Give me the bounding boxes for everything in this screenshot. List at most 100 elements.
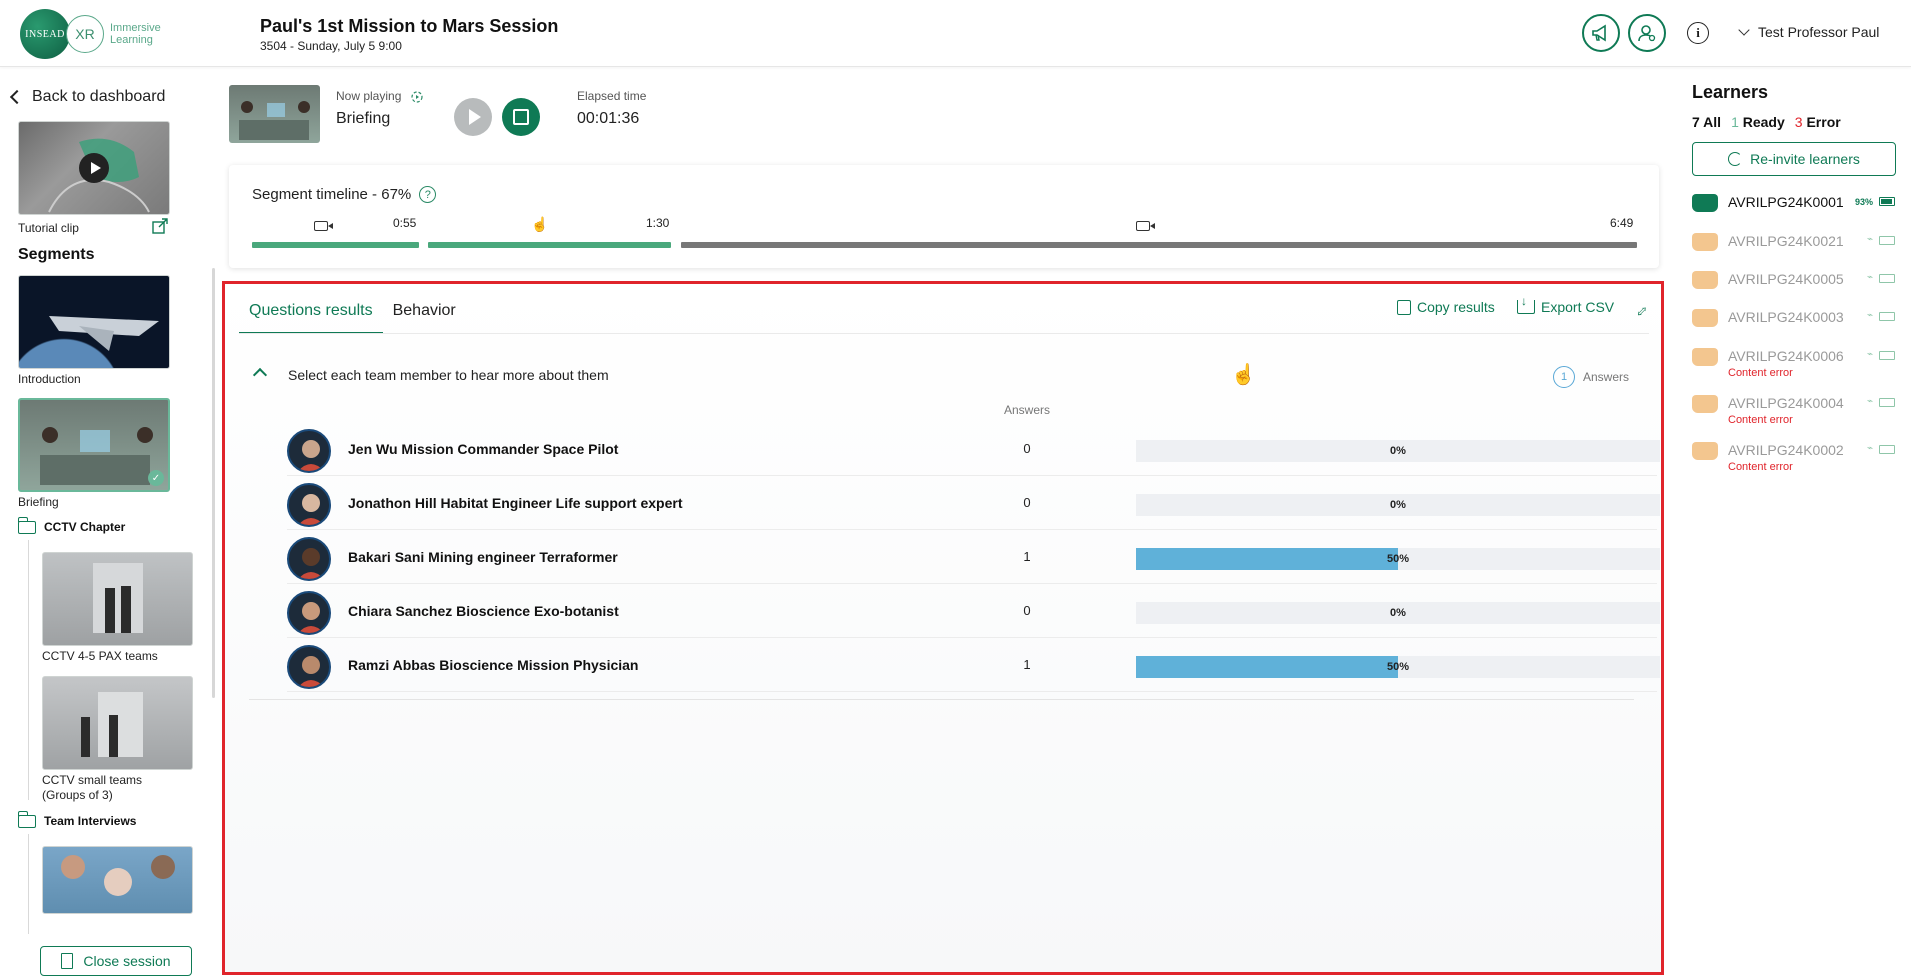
app-logo[interactable]: INSEAD XR Immersive Learning [20,8,170,60]
stat-ready-count: 1 [1731,114,1739,130]
segment-thumbnail-briefing[interactable]: ✓ [18,398,170,492]
answer-percent-label: 0% [1390,499,1406,511]
signal-icon: ⌁ [1866,272,1873,283]
learner-id: AVRILPG24K0004 [1728,395,1844,411]
spaceship-illustration [49,316,159,351]
chapter-team-interviews[interactable]: Team Interviews [17,810,136,828]
tutorial-clip-label: Tutorial clip [18,221,79,235]
help-icon[interactable]: ? [419,186,437,203]
learner-id: AVRILPG24K0005 [1728,271,1844,287]
signal-icon: ⌁ [1866,443,1873,454]
timeline-segment-video-2[interactable] [681,242,1637,248]
learner-item[interactable]: AVRILPG24K0002 Content error ⌁ [1692,440,1907,480]
session-title: Paul's 1st Mission to Mars Session [260,16,559,36]
segment-thumbnail-cctv-small[interactable] [42,676,193,770]
battery-icon [1879,274,1895,283]
answer-count-cell: 1 [1023,657,1031,672]
learner-item[interactable]: AVRILPG24K0006 Content error ⌁ [1692,346,1907,386]
logo-text: Immersive Learning [110,22,161,46]
table-row: Chiara Sanchez Bioscience Exo-botanist 0 0… [287,584,1660,638]
team-member-name: Ramzi Abbas Bioscience Mission Physician [348,657,639,673]
team-member-name: Chiara Sanchez Bioscience Exo-botanist [348,603,619,619]
learner-item[interactable]: AVRILPG24K0021 ⌁ [1692,231,1907,271]
learner-id: AVRILPG24K0002 [1728,442,1844,458]
reinvite-learners-button[interactable]: Re-invite learners [1692,142,1896,176]
learner-settings-button[interactable] [1628,14,1666,52]
download-icon [1517,294,1535,314]
vr-headset-icon [1692,233,1718,251]
external-link-icon[interactable] [152,218,168,234]
stat-all[interactable]: 7 All [1692,114,1721,130]
learner-item[interactable]: AVRILPG24K0001 93% [1692,192,1907,232]
stat-ready[interactable]: 1 Ready [1731,114,1785,130]
segment-thumbnail-introduction[interactable] [18,275,170,369]
info-icon[interactable]: i [1687,22,1709,44]
logo-text-line2: Learning [110,34,153,46]
cctv-corridor-illustration [93,563,143,633]
now-playing-label-text: Now playing [336,89,402,103]
table-row: Ramzi Abbas Bioscience Mission Physician… [287,638,1660,692]
announcement-button[interactable] [1582,14,1620,52]
tab-behavior[interactable]: Behavior [383,296,466,334]
learners-title: Learners [1692,82,1769,102]
check-icon: ✓ [148,470,164,486]
xr-logo-mark: XR [66,15,104,53]
stop-button[interactable] [502,98,540,136]
learner-item[interactable]: AVRILPG24K0005 ⌁ [1692,269,1907,309]
learner-item[interactable]: AVRILPG24K0003 ⌁ [1692,307,1907,347]
answer-count-cell: 0 [1023,441,1031,456]
now-playing-value: Briefing [336,110,391,127]
battery-icon [1879,197,1895,206]
close-session-button[interactable]: Close session [40,946,192,976]
battery-icon [1879,312,1895,321]
learner-item[interactable]: AVRILPG24K0004 Content error ⌁ [1692,393,1907,433]
chevron-left-icon [9,89,25,105]
segment-thumbnail-team-interviews[interactable] [42,846,193,914]
tutorial-clip-thumbnail[interactable] [18,121,170,215]
expand-icon[interactable]: ⇔ [1627,297,1655,325]
folder-icon [17,810,36,828]
avatar [287,537,331,581]
tab-questions-results[interactable]: Questions results [239,296,383,334]
tabs-divider [239,333,1649,334]
timeline-segment-video-1[interactable] [252,242,419,248]
elapsed-time-value: 00:01:36 [577,110,640,127]
chevron-up-icon[interactable] [252,367,268,383]
vr-headset-icon [1692,271,1718,289]
play-icon[interactable] [79,153,109,183]
chapter-cctv[interactable]: CCTV Chapter [17,516,125,534]
battery-icon [1879,236,1895,245]
folder-icon [17,516,36,534]
back-to-dashboard-link[interactable]: Back to dashboard [9,88,165,106]
avatar [287,483,331,527]
hand-pointer-icon: ☝ [531,216,549,232]
table-row: Jen Wu Mission Commander Space Pilot 0 0% [287,422,1660,476]
timeline-segment-interaction[interactable] [428,242,671,248]
stat-error[interactable]: 3 Error [1795,114,1841,130]
sidebar-scrollbar[interactable] [212,268,215,698]
team-member-name: Bakari Sani Mining engineer Terraformer [348,549,618,565]
answer-percent-label: 50% [1386,553,1410,565]
learner-error-text: Content error [1728,461,1793,473]
export-csv-button[interactable]: Export CSV [1517,294,1615,315]
answer-percent-label: 0% [1390,445,1406,457]
export-csv-label: Export CSV [1541,299,1615,315]
vr-headset-icon [1692,348,1718,366]
signal-icon: ⌁ [1866,349,1873,360]
table-row: Bakari Sani Mining engineer Terraformer 1… [287,530,1660,584]
top-header: INSEAD XR Immersive Learning Paul's 1st … [0,0,1911,67]
cctv-corridor-illustration [81,692,143,757]
segment-thumbnail-cctv-4-5[interactable] [42,552,193,646]
play-button[interactable] [454,98,492,136]
now-playing-thumbnail [229,85,320,143]
battery-percent: 93% [1854,197,1873,207]
team-member-name: Jonathon Hill Habitat Engineer Life supp… [348,495,683,511]
user-menu[interactable]: Test Professor Paul [1738,23,1879,40]
table-row: Jonathon Hill Habitat Engineer Life supp… [287,476,1660,530]
copy-results-label: Copy results [1417,299,1495,315]
signal-icon: ⌁ [1866,234,1873,245]
copy-results-button[interactable]: Copy results [1397,299,1495,315]
chapter-divider-line [28,540,29,800]
answer-count-cell: 0 [1023,495,1031,510]
video-camera-icon [314,221,333,231]
